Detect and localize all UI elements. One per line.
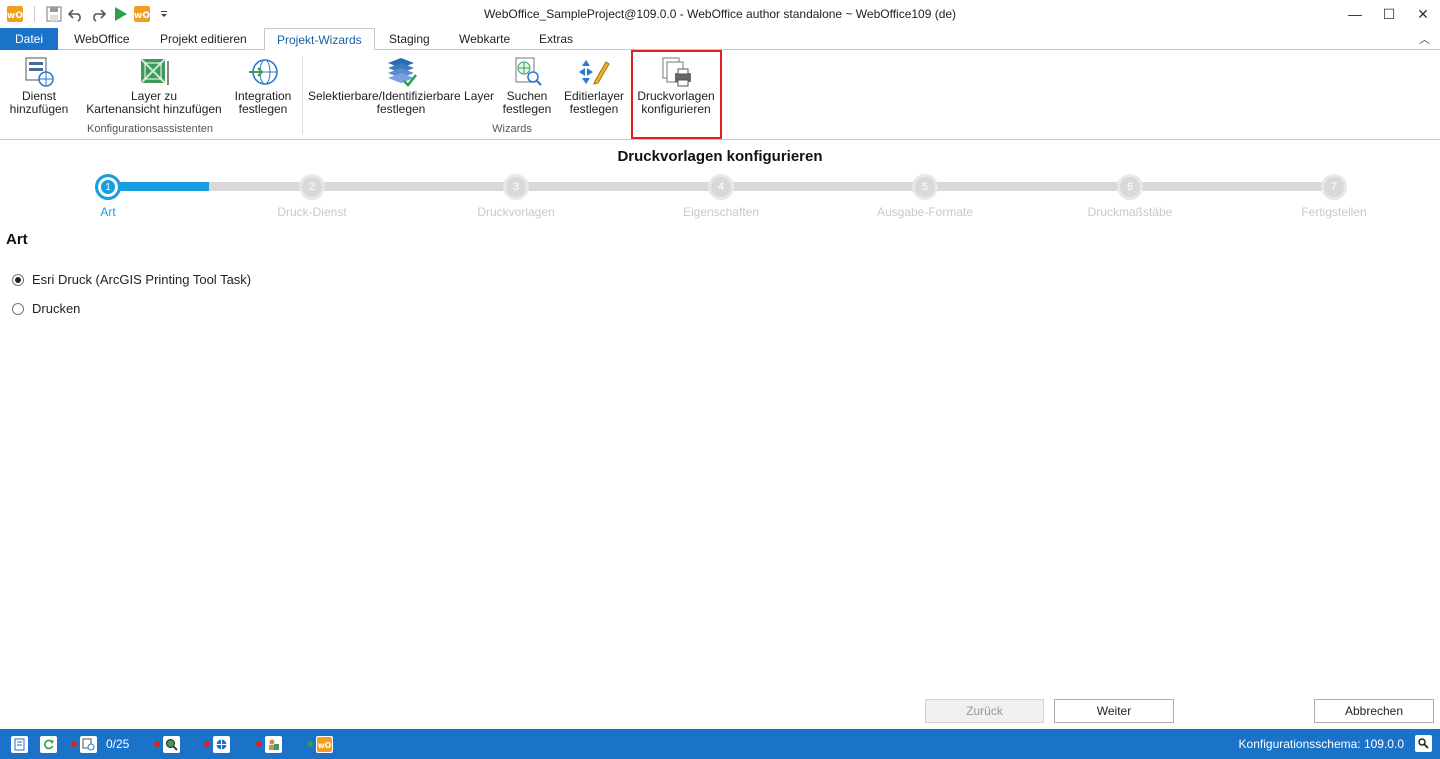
- tab-staging[interactable]: Staging: [377, 28, 442, 50]
- edit-layer-icon: [576, 54, 612, 90]
- option-esri-druck[interactable]: Esri Druck (ArcGIS Printing Tool Task): [12, 272, 251, 287]
- add-service-icon: [21, 54, 57, 90]
- editierlayer-festlegen-button[interactable]: Editierlayer festlegen: [562, 54, 626, 124]
- progress-fill: [108, 182, 209, 191]
- settings-icon[interactable]: [1415, 735, 1432, 752]
- next-button[interactable]: Weiter: [1054, 699, 1174, 723]
- ribbon-tab-row: Datei WebOffice Projekt editieren Projek…: [0, 28, 1440, 51]
- status-count: 0/25: [106, 737, 130, 751]
- search-icon: [163, 735, 180, 753]
- radio-esri-druck[interactable]: [12, 273, 24, 286]
- close-button[interactable]: ✕: [1406, 0, 1440, 28]
- status-search-item[interactable]: [154, 735, 180, 753]
- globe-icon: [213, 735, 230, 753]
- tab-projekt-wizards[interactable]: Projekt-Wizards: [264, 28, 375, 51]
- step-3-circle: 3: [503, 174, 529, 200]
- cancel-button[interactable]: Abbrechen: [1314, 699, 1434, 723]
- status-notes-item[interactable]: [11, 735, 28, 753]
- webcoffice-logo-icon: wO: [316, 735, 333, 753]
- selektierbare-layer-button[interactable]: Selektierbare/Identifizierbare Layer fes…: [308, 54, 494, 124]
- maximize-button[interactable]: ☐: [1372, 0, 1406, 28]
- title-bar: wO wO WebOffice_SampleProject@109.0.0 - …: [0, 0, 1440, 28]
- step-6-circle: 6: [1117, 174, 1143, 200]
- tab-webcoffice[interactable]: WebOffice: [62, 28, 142, 50]
- radio-drucken[interactable]: [12, 302, 24, 315]
- back-button[interactable]: Zurück: [925, 699, 1044, 723]
- layer-stack-check-icon: [383, 54, 419, 90]
- add-layer-icon: [136, 54, 172, 90]
- status-refresh-item[interactable]: [40, 735, 57, 753]
- step-7-label: Fertigstellen: [1301, 205, 1367, 219]
- minimize-button[interactable]: —: [1338, 0, 1372, 28]
- step-2-circle: 2: [299, 174, 325, 200]
- layer-hinzufuegen-button[interactable]: Layer zu Kartenansicht hinzufügen: [84, 54, 224, 124]
- group-label-konfigurationsassistenten: Konfigurationsassistenten: [87, 123, 213, 135]
- service-add-icon: [80, 735, 97, 753]
- step-1-label: Art: [100, 205, 116, 219]
- step-3-label: Druckvorlagen: [477, 205, 555, 219]
- status-services-item[interactable]: 0/25: [71, 735, 129, 753]
- step-5-label: Ausgabe-Formate: [876, 205, 974, 219]
- step-6-label: Druckmaßstäbe: [1087, 205, 1173, 219]
- dienst-hinzufuegen-button[interactable]: Dienst hinzufügen: [6, 54, 72, 124]
- step-2-label: Druck-Dienst: [277, 205, 347, 219]
- section-title: Art: [6, 231, 28, 248]
- status-users-item[interactable]: [256, 735, 282, 753]
- config-schema-label: Konfigurationsschema: 109.0.0: [1238, 737, 1404, 751]
- svg-text:wO: wO: [318, 741, 331, 750]
- wizard-title: Druckvorlagen konfigurieren: [617, 148, 823, 165]
- option-drucken[interactable]: Drucken: [12, 301, 80, 316]
- tab-projekt-editieren[interactable]: Projekt editieren: [148, 28, 259, 50]
- window-controls: — ☐ ✕: [1338, 0, 1440, 28]
- tab-webkarte[interactable]: Webkarte: [447, 28, 522, 50]
- highlight-box: [631, 50, 722, 139]
- users-icon: [265, 735, 282, 753]
- collapse-ribbon-icon[interactable]: ︿: [1419, 31, 1430, 47]
- window-title: WebOffice_SampleProject@109.0.0 - WebOff…: [483, 7, 957, 21]
- tab-extras[interactable]: Extras: [527, 28, 585, 50]
- integration-globe-icon: [245, 54, 281, 90]
- ribbon: Dienst hinzufügen Layer zu Kartenansicht…: [0, 50, 1440, 140]
- step-5-circle: 5: [912, 174, 938, 200]
- step-7-circle: 7: [1321, 174, 1347, 200]
- status-bar: 0/25 wO Konfigurationsschema: 109.0.0: [0, 729, 1440, 759]
- step-4-circle: 4: [708, 174, 734, 200]
- tab-datei[interactable]: Datei: [0, 28, 58, 50]
- status-webcoffice-item[interactable]: wO: [307, 735, 333, 753]
- step-4-label: Eigenschaften: [682, 205, 760, 219]
- status-globe-item[interactable]: [204, 735, 230, 753]
- refresh-icon: [40, 735, 57, 753]
- notes-icon: [11, 735, 28, 753]
- integration-festlegen-button[interactable]: Integration festlegen: [230, 54, 296, 124]
- step-1-circle: 1: [95, 174, 121, 200]
- suchen-festlegen-button[interactable]: Suchen festlegen: [498, 54, 556, 124]
- search-globe-icon: [509, 54, 545, 90]
